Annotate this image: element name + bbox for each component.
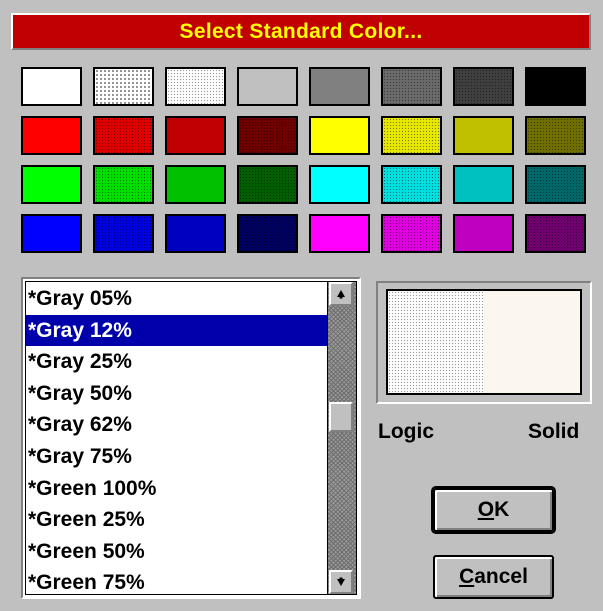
scroll-down-button[interactable] [329, 570, 353, 594]
color-swatch[interactable] [525, 165, 586, 204]
color-swatch[interactable] [21, 67, 82, 106]
color-swatch[interactable] [525, 67, 586, 106]
color-swatch[interactable] [21, 214, 82, 253]
ok-button[interactable]: OK [431, 486, 556, 534]
color-swatch[interactable] [237, 116, 298, 155]
cancel-button[interactable]: Cancel [433, 555, 554, 599]
color-swatch[interactable] [165, 67, 226, 106]
color-swatch[interactable] [525, 214, 586, 253]
color-swatch[interactable] [93, 116, 154, 155]
color-list-box[interactable]: *Gray 05% *Gray 12% *Gray 25% *Gray 50% *Gra… [21, 277, 361, 599]
color-swatch[interactable] [453, 165, 514, 204]
preview-solid-swatch [484, 291, 580, 393]
list-item[interactable]: *Green 25% [26, 504, 330, 536]
preview-logic-swatch [388, 291, 484, 393]
color-swatch[interactable] [237, 165, 298, 204]
solid-label: Solid [528, 420, 580, 443]
list-item[interactable]: *Gray 75% [26, 441, 330, 473]
color-swatch[interactable] [309, 116, 370, 155]
dialog-title: Select Standard Color... [179, 19, 423, 43]
color-palette-grid [21, 67, 586, 257]
list-item[interactable]: *Green 100% [26, 473, 330, 505]
list-item[interactable]: *Green 50% [26, 536, 330, 568]
color-swatch[interactable] [453, 116, 514, 155]
color-swatch[interactable] [381, 116, 442, 155]
color-swatch[interactable] [165, 165, 226, 204]
color-swatch[interactable] [453, 214, 514, 253]
color-list: *Gray 05% *Gray 12% *Gray 25% *Gray 50% *Gra… [26, 283, 330, 597]
color-swatch[interactable] [381, 214, 442, 253]
color-swatch[interactable] [165, 116, 226, 155]
arrow-down-icon [337, 577, 345, 586]
dialog-title-bar: Select Standard Color... [11, 13, 591, 50]
color-swatch[interactable] [21, 116, 82, 155]
color-swatch[interactable] [381, 67, 442, 106]
logic-label: Logic [378, 420, 434, 443]
list-item[interactable]: *Gray 62% [26, 409, 330, 441]
list-item[interactable]: *Gray 05% [26, 283, 330, 315]
cancel-label-rest: ancel [474, 565, 528, 588]
color-swatch[interactable] [93, 214, 154, 253]
color-preview [376, 281, 592, 404]
arrow-up-icon [337, 290, 345, 299]
color-swatch[interactable] [93, 165, 154, 204]
color-swatch[interactable] [21, 165, 82, 204]
color-swatch[interactable] [165, 214, 226, 253]
ok-label-rest: K [494, 498, 510, 521]
color-swatch[interactable] [525, 116, 586, 155]
ok-mnemonic: O [477, 498, 495, 521]
scroll-up-button[interactable] [329, 282, 353, 306]
list-item[interactable]: *Gray 12% [26, 314, 330, 347]
color-swatch[interactable] [381, 165, 442, 204]
color-swatch[interactable] [237, 67, 298, 106]
color-swatch[interactable] [237, 214, 298, 253]
list-item[interactable]: *Green 75% [26, 567, 330, 597]
cancel-mnemonic: C [459, 565, 475, 588]
list-item[interactable]: *Gray 25% [26, 346, 330, 378]
list-scrollbar[interactable] [327, 282, 356, 594]
color-swatch[interactable] [309, 214, 370, 253]
list-item[interactable]: *Gray 50% [26, 378, 330, 410]
color-swatch[interactable] [309, 67, 370, 106]
scroll-thumb[interactable] [329, 402, 353, 432]
color-swatch[interactable] [93, 67, 154, 106]
color-swatch[interactable] [453, 67, 514, 106]
color-swatch[interactable] [309, 165, 370, 204]
